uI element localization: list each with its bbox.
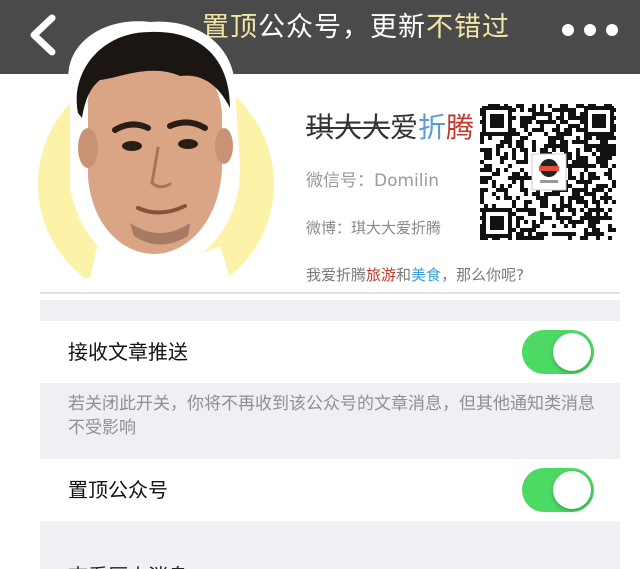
receive-push-note: 若关闭此开关，你将不再收到该公众号的文章消息，但其他通知类消息不受影响 bbox=[68, 394, 595, 438]
profile-divider bbox=[40, 292, 620, 294]
bio-suffix: ，那么你呢? bbox=[441, 266, 525, 284]
bio-food: 美食 bbox=[411, 266, 442, 284]
pin-account-toggle[interactable] bbox=[522, 468, 594, 512]
pin-account-row: 置顶公众号 bbox=[40, 459, 620, 521]
profile-name-red: 腾 bbox=[446, 111, 475, 144]
bio-travel: 旅游 bbox=[366, 266, 397, 284]
qr-code bbox=[480, 104, 616, 240]
profile-bio: 我爱折腾旅游和美食，那么你呢? bbox=[306, 264, 524, 285]
title-highlight-miss: 不错过 bbox=[426, 12, 510, 43]
bio-and: 和 bbox=[396, 266, 412, 284]
toggle-knob bbox=[553, 333, 591, 371]
toggle-knob bbox=[553, 471, 591, 509]
profile-name-blue: 折 bbox=[418, 111, 447, 144]
receive-push-label: 接收文章推送 bbox=[68, 340, 188, 364]
bio-prefix: 我爱折腾 bbox=[306, 266, 367, 284]
wechat-id: 微信号：Domilin bbox=[306, 171, 439, 191]
receive-push-toggle[interactable] bbox=[522, 330, 594, 374]
profile-name: 琪大大爱折腾 bbox=[306, 108, 474, 148]
pin-account-label: 置顶公众号 bbox=[68, 478, 168, 502]
profile-name-mid: 爱 bbox=[390, 111, 419, 144]
profile-name-strike: 琪大大 bbox=[306, 111, 391, 144]
settings-group: 接收文章推送 若关闭此开关，你将不再收到该公众号的文章消息，但其他通知类消息不受… bbox=[40, 300, 620, 569]
history-messages-row[interactable]: 查看历史消息 bbox=[68, 560, 188, 569]
more-dots-icon[interactable] bbox=[560, 18, 620, 42]
avatar bbox=[38, 21, 274, 278]
receive-push-row: 接收文章推送 bbox=[40, 321, 620, 383]
weibo-account: 微博：琪大大爱折腾 bbox=[306, 219, 442, 237]
